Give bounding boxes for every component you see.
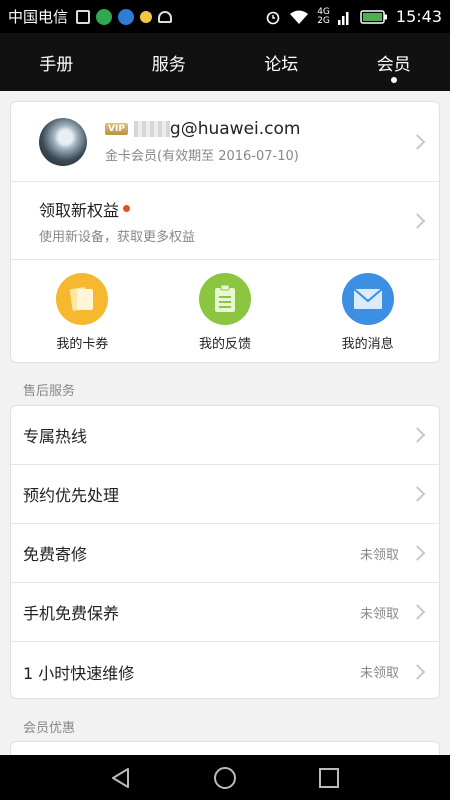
member-offers-section-title: 会员优惠 — [23, 721, 76, 736]
weather-icon — [140, 10, 153, 23]
tab-label: 服务 — [151, 54, 186, 75]
envelope-icon — [341, 272, 394, 325]
service-title: 专属热线 — [23, 427, 88, 446]
network-type: 4G 2G — [317, 7, 330, 26]
alarm-icon — [266, 11, 280, 24]
claim-status: 未领取 — [359, 547, 399, 563]
profile-row[interactable]: VIP g@huawei.com 金卡会员(有效期至 2016-07-10) — [11, 102, 439, 182]
claim-benefits-row[interactable]: 领取新权益 使用新设备，获取更多权益 — [11, 182, 439, 260]
benefit-title: 领取新权益 — [39, 200, 120, 220]
my-coupons-button[interactable]: 我的卡券 — [11, 272, 154, 352]
battery-icon — [360, 9, 387, 24]
service-title: 手机免费保养 — [23, 604, 120, 623]
list-item-priority-booking[interactable]: 预约优先处理 — [11, 465, 439, 524]
list-item-free-mail-repair[interactable]: 免费寄修 未领取 — [11, 524, 439, 583]
clock: 15:43 — [395, 7, 442, 26]
home-icon[interactable] — [213, 766, 237, 790]
wifi-icon — [290, 10, 309, 24]
after-sales-list: 专属热线 预约优先处理 免费寄修 未领取 手机免费保养 未领取 1 小时快速维修… — [10, 405, 440, 699]
tab-manual[interactable]: 手册 — [0, 33, 113, 91]
membership-level: 金卡会员(有效期至 2016-07-10) — [105, 149, 299, 164]
feedback-clipboard-icon — [199, 272, 251, 325]
android-debug-icon — [158, 10, 173, 23]
vip-badge: VIP — [105, 123, 128, 135]
member-page: VIP g@huawei.com 金卡会员(有效期至 2016-07-10) 领… — [0, 91, 450, 755]
tab-member[interactable]: 会员 — [338, 33, 450, 91]
tab-service[interactable]: 服务 — [113, 33, 226, 91]
active-tab-indicator — [390, 77, 397, 83]
network-type-bottom: 2G — [317, 15, 330, 26]
system-nav-bar — [0, 755, 450, 800]
profile-card: VIP g@huawei.com 金卡会员(有效期至 2016-07-10) 领… — [10, 101, 440, 363]
back-icon[interactable] — [110, 767, 132, 789]
service-title: 1 小时快速维修 — [23, 663, 135, 683]
chevron-right-icon — [409, 545, 426, 561]
claim-status: 未领取 — [359, 606, 399, 622]
header-tabs: 手册 服务 论坛 会员 — [0, 33, 450, 91]
status-bar: 中国电信 4G 2G 15:43 — [0, 0, 450, 33]
signal-icon — [337, 11, 349, 25]
chevron-right-icon — [409, 133, 426, 150]
notification-icons — [76, 8, 173, 25]
chevron-right-icon — [409, 663, 426, 680]
claim-status: 未领取 — [359, 666, 399, 681]
chevron-right-icon — [409, 427, 426, 443]
avatar — [39, 117, 87, 166]
chevron-right-icon — [409, 604, 426, 620]
recents-icon[interactable] — [318, 767, 340, 789]
tab-forum[interactable]: 论坛 — [225, 33, 338, 91]
service-title: 免费寄修 — [23, 545, 88, 564]
my-messages-button[interactable]: 我的消息 — [296, 272, 439, 352]
quick-action-label: 我的消息 — [341, 336, 394, 352]
service-title: 预约优先处理 — [23, 486, 120, 505]
list-item-exclusive-hotline[interactable]: 专属热线 — [11, 406, 439, 465]
notification-blue-app-icon — [118, 8, 135, 25]
benefit-subtitle: 使用新设备，获取更多权益 — [39, 229, 196, 245]
list-item-free-maintenance[interactable]: 手机免费保养 未领取 — [11, 583, 439, 642]
chevron-right-icon — [409, 486, 426, 502]
quick-action-label: 我的反馈 — [199, 336, 252, 352]
my-feedback-button[interactable]: 我的反馈 — [154, 272, 297, 352]
member-offers-list — [10, 741, 440, 755]
carrier-name: 中国电信 — [8, 8, 69, 26]
tab-label: 会员 — [376, 54, 411, 75]
tab-label: 手册 — [39, 54, 74, 75]
list-item-one-hour-repair[interactable]: 1 小时快速维修 未领取 — [11, 642, 439, 701]
tab-label: 论坛 — [264, 54, 299, 75]
new-badge-dot — [123, 205, 131, 212]
notification-green-app-icon — [96, 8, 113, 25]
redacted-username — [133, 121, 170, 137]
notification-app-icon — [76, 9, 91, 24]
after-sales-section-title: 售后服务 — [23, 384, 76, 399]
card-coupon-icon — [56, 272, 109, 325]
quick-action-label: 我的卡券 — [56, 336, 109, 352]
account-email: g@huawei.com — [169, 119, 301, 139]
quick-actions: 我的卡券 我的反馈 我的消息 — [11, 260, 439, 364]
